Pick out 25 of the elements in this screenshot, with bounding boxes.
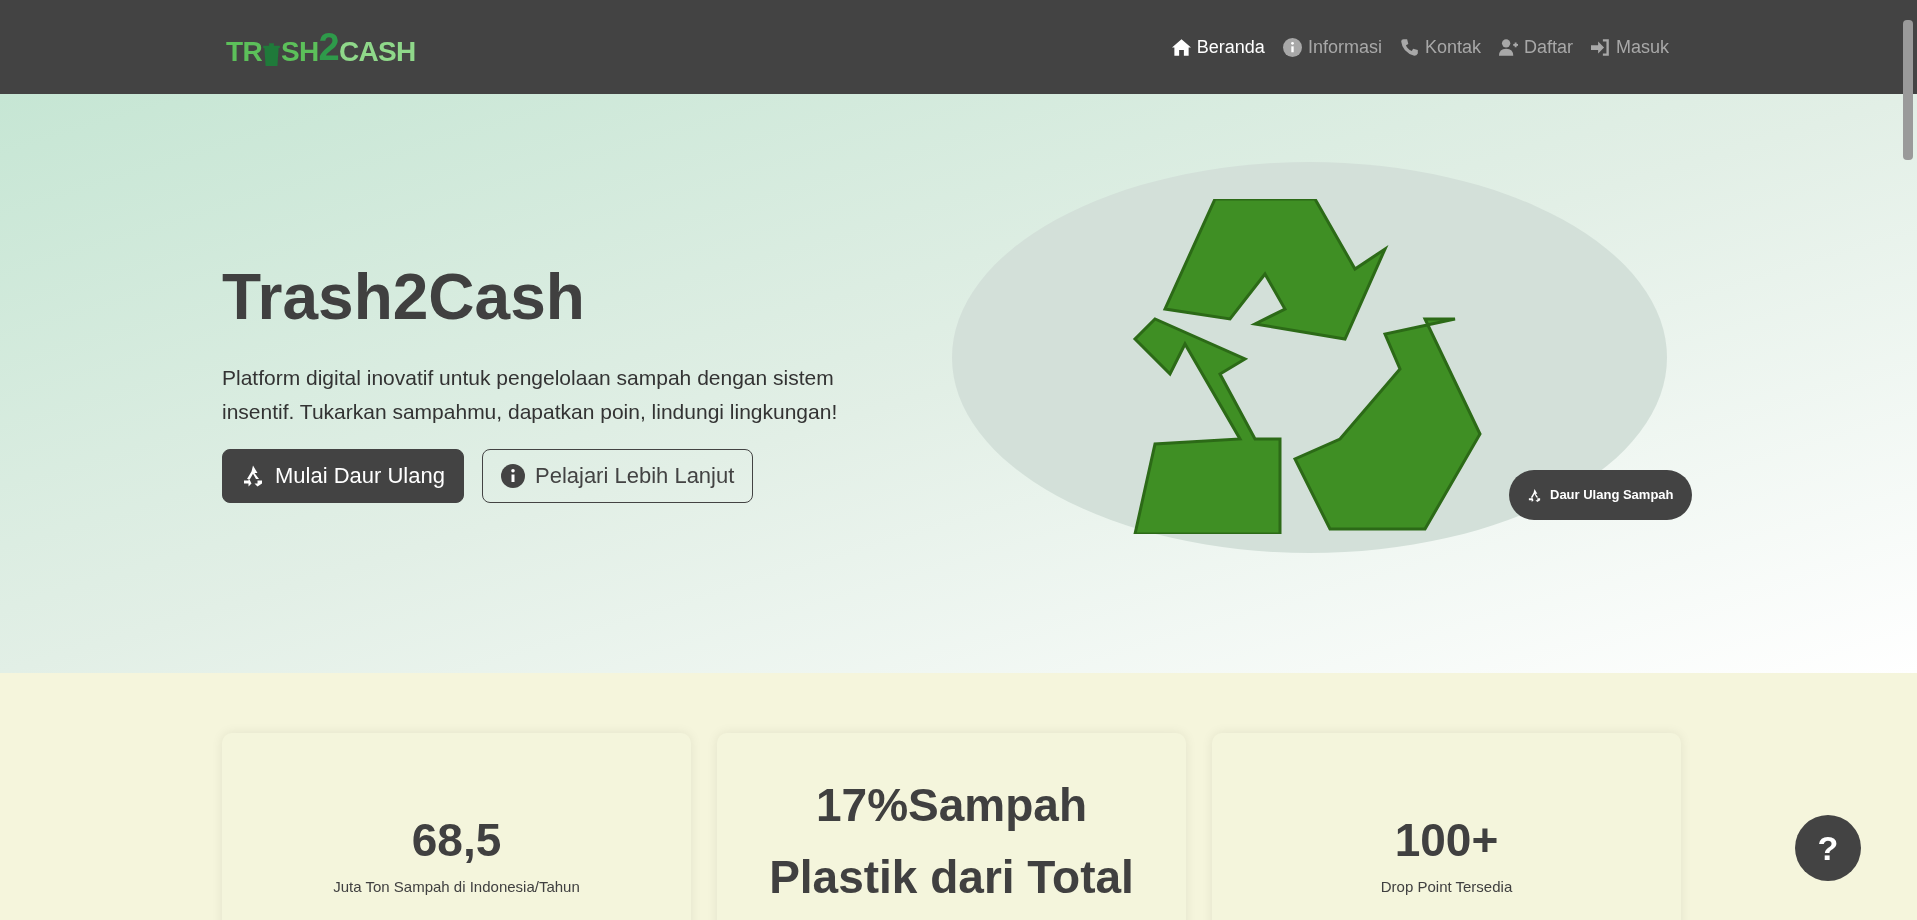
badge-label: Daur Ulang Sampah — [1550, 486, 1674, 505]
start-recycling-button[interactable]: Mulai Daur Ulang — [222, 448, 464, 503]
trash-can-icon — [261, 42, 281, 66]
stat-value: 17%Sampah Plastik dari Total — [768, 778, 1135, 905]
stat-caption: Juta Ton Sampah di Indonesia/Tahun — [333, 878, 580, 896]
add-user-icon — [1498, 37, 1518, 57]
learn-more-button[interactable]: Pelajari Lebih Lanjut — [481, 448, 754, 503]
logo[interactable]: TR SH2CASH — [226, 28, 416, 66]
stat-value: 68,5 — [410, 813, 503, 868]
stat-value: 100+ — [1393, 813, 1500, 868]
info-icon — [500, 463, 525, 488]
hero-title: Trash2Cash — [222, 264, 586, 329]
stat-caption: Drop Point Tersedia — [1380, 878, 1513, 896]
nav-link[interactable]: Masuk — [1591, 33, 1669, 61]
help-button[interactable]: ? — [1795, 815, 1861, 881]
home-icon — [1171, 37, 1191, 57]
nav-link[interactable]: Kontak — [1399, 33, 1481, 61]
nav-link[interactable]: Daftar — [1498, 33, 1573, 61]
nav-link[interactable]: Informasi — [1282, 33, 1382, 61]
info-icon — [1282, 37, 1302, 57]
hero-description: Platform digital inovatif untuk pengelolaan sampah dengan sistem insentif. Tukarkan sampahmu, dapatkan poin, lindungi lingkungan! — [222, 364, 839, 425]
scrollbar[interactable] — [1903, 20, 1913, 160]
nav-link[interactable]: Beranda — [1171, 33, 1265, 61]
sign-in-icon — [1591, 37, 1610, 57]
phone-icon — [1399, 37, 1419, 57]
